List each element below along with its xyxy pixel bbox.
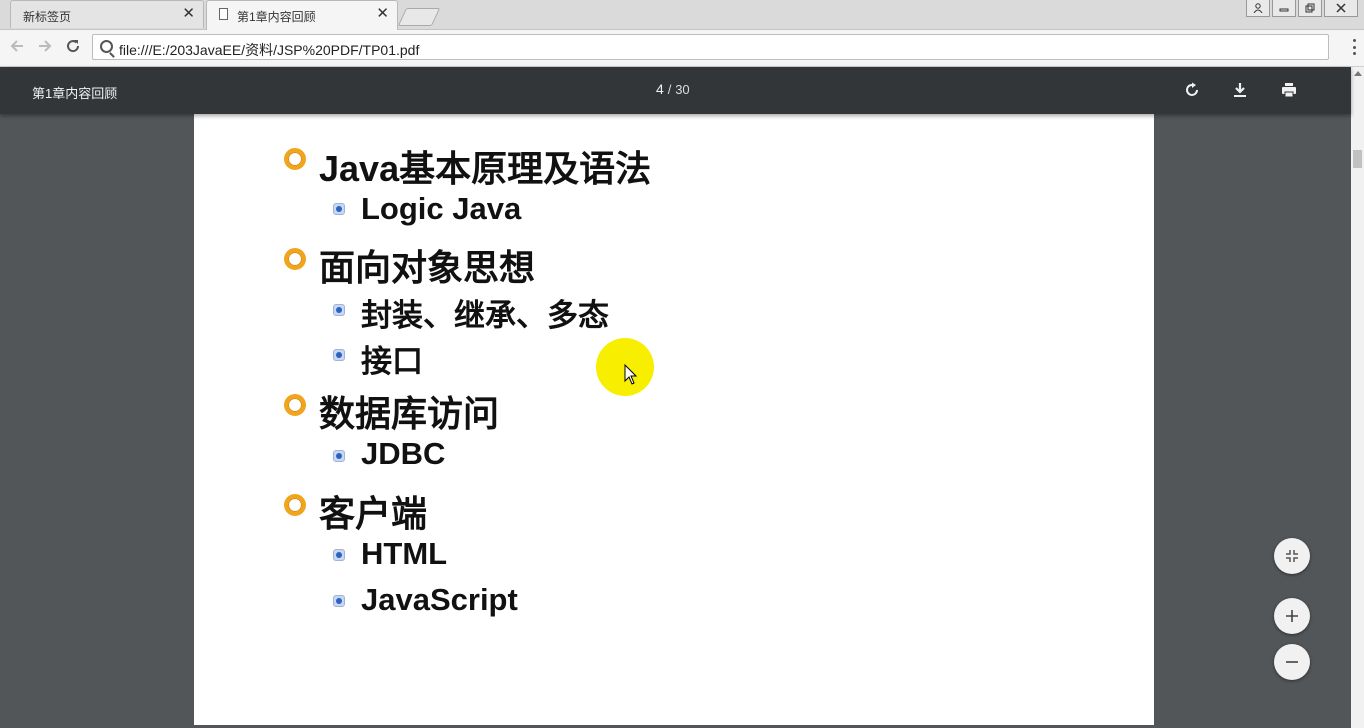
slide-heading: 面向对象思想 xyxy=(319,247,536,288)
address-url: file:///E:/203JavaEE/资料/JSP%20PDF/TP01.p… xyxy=(119,42,420,58)
slide-heading: 客户端 xyxy=(319,493,428,534)
back-arrow-icon[interactable] xyxy=(9,38,25,59)
scroll-up-icon[interactable] xyxy=(1354,71,1362,76)
blue-bullet-icon xyxy=(333,304,345,316)
orange-bullet-icon xyxy=(284,248,306,270)
fit-page-button[interactable] xyxy=(1274,538,1310,574)
document-title: 第1章内容回顾 xyxy=(32,86,118,101)
new-tab-button[interactable] xyxy=(397,8,441,26)
scrollbar-thumb[interactable] xyxy=(1353,150,1362,168)
slide-subitem: JavaScript xyxy=(361,582,518,617)
forward-arrow-icon[interactable] xyxy=(37,38,53,59)
slide-heading: 数据库访问 xyxy=(319,393,500,434)
close-tab-icon[interactable]: ✕ xyxy=(182,6,195,22)
slide-subitem: 接口 xyxy=(361,344,423,379)
mouse-cursor-icon xyxy=(624,364,638,385)
page-indicator: 4 / 30 xyxy=(656,81,690,97)
blue-bullet-icon xyxy=(333,595,345,607)
zoom-out-button[interactable] xyxy=(1274,644,1310,680)
current-page-input[interactable]: 4 xyxy=(656,81,664,97)
vertical-scrollbar[interactable] xyxy=(1351,67,1364,728)
tab-label: 第1章内容回顾 xyxy=(237,10,316,24)
window-close-icon[interactable] xyxy=(1324,0,1358,17)
browser-toolbar: file:///E:/203JavaEE/资料/JSP%20PDF/TP01.p… xyxy=(0,30,1364,67)
tab-label: 新标签页 xyxy=(23,10,72,24)
download-icon[interactable] xyxy=(1228,78,1252,102)
rotate-icon[interactable] xyxy=(1180,78,1204,102)
slide-subitem: JDBC xyxy=(361,436,446,471)
slide-subitem: 封装、继承、多态 xyxy=(361,298,609,333)
minimize-icon[interactable] xyxy=(1272,0,1296,17)
slide-subitem: Logic Java xyxy=(361,191,522,226)
slide-subitem: HTML xyxy=(361,536,448,571)
browser-menu-icon[interactable] xyxy=(1353,39,1356,55)
close-tab-icon[interactable]: ✕ xyxy=(376,6,389,22)
reload-icon[interactable] xyxy=(65,38,81,58)
blue-bullet-icon xyxy=(333,450,345,462)
user-icon[interactable] xyxy=(1246,0,1270,17)
blue-bullet-icon xyxy=(333,349,345,361)
zoom-in-button[interactable] xyxy=(1274,598,1310,634)
page-separator: / xyxy=(667,82,672,97)
window-controls xyxy=(1246,0,1358,17)
pdf-page: Java基本原理及语法 Logic Java 面向对象思想 封装、继承、多态 接… xyxy=(194,114,1154,725)
orange-bullet-icon xyxy=(284,394,306,416)
blue-bullet-icon xyxy=(333,203,345,215)
blue-bullet-icon xyxy=(333,549,345,561)
tab-strip: 新标签页 ✕ 第1章内容回顾 ✕ xyxy=(0,0,1364,30)
zoom-in-icon xyxy=(1286,610,1298,622)
print-icon[interactable] xyxy=(1277,78,1301,102)
zoom-out-icon xyxy=(1286,661,1298,663)
total-pages: 30 xyxy=(675,82,690,97)
pdf-toolbar: 第1章内容回顾 4 / 30 xyxy=(0,67,1351,114)
address-bar[interactable]: file:///E:/203JavaEE/资料/JSP%20PDF/TP01.p… xyxy=(92,34,1329,60)
restore-icon[interactable] xyxy=(1298,0,1322,17)
fit-page-icon xyxy=(1286,550,1298,562)
tab-new-tab[interactable]: 新标签页 ✕ xyxy=(10,0,204,28)
orange-bullet-icon xyxy=(284,148,306,170)
tab-pdf-document[interactable]: 第1章内容回顾 ✕ xyxy=(206,0,398,30)
slide-heading: Java基本原理及语法 xyxy=(319,148,652,189)
orange-bullet-icon xyxy=(284,494,306,516)
document-icon xyxy=(219,8,228,20)
search-icon xyxy=(100,40,113,53)
